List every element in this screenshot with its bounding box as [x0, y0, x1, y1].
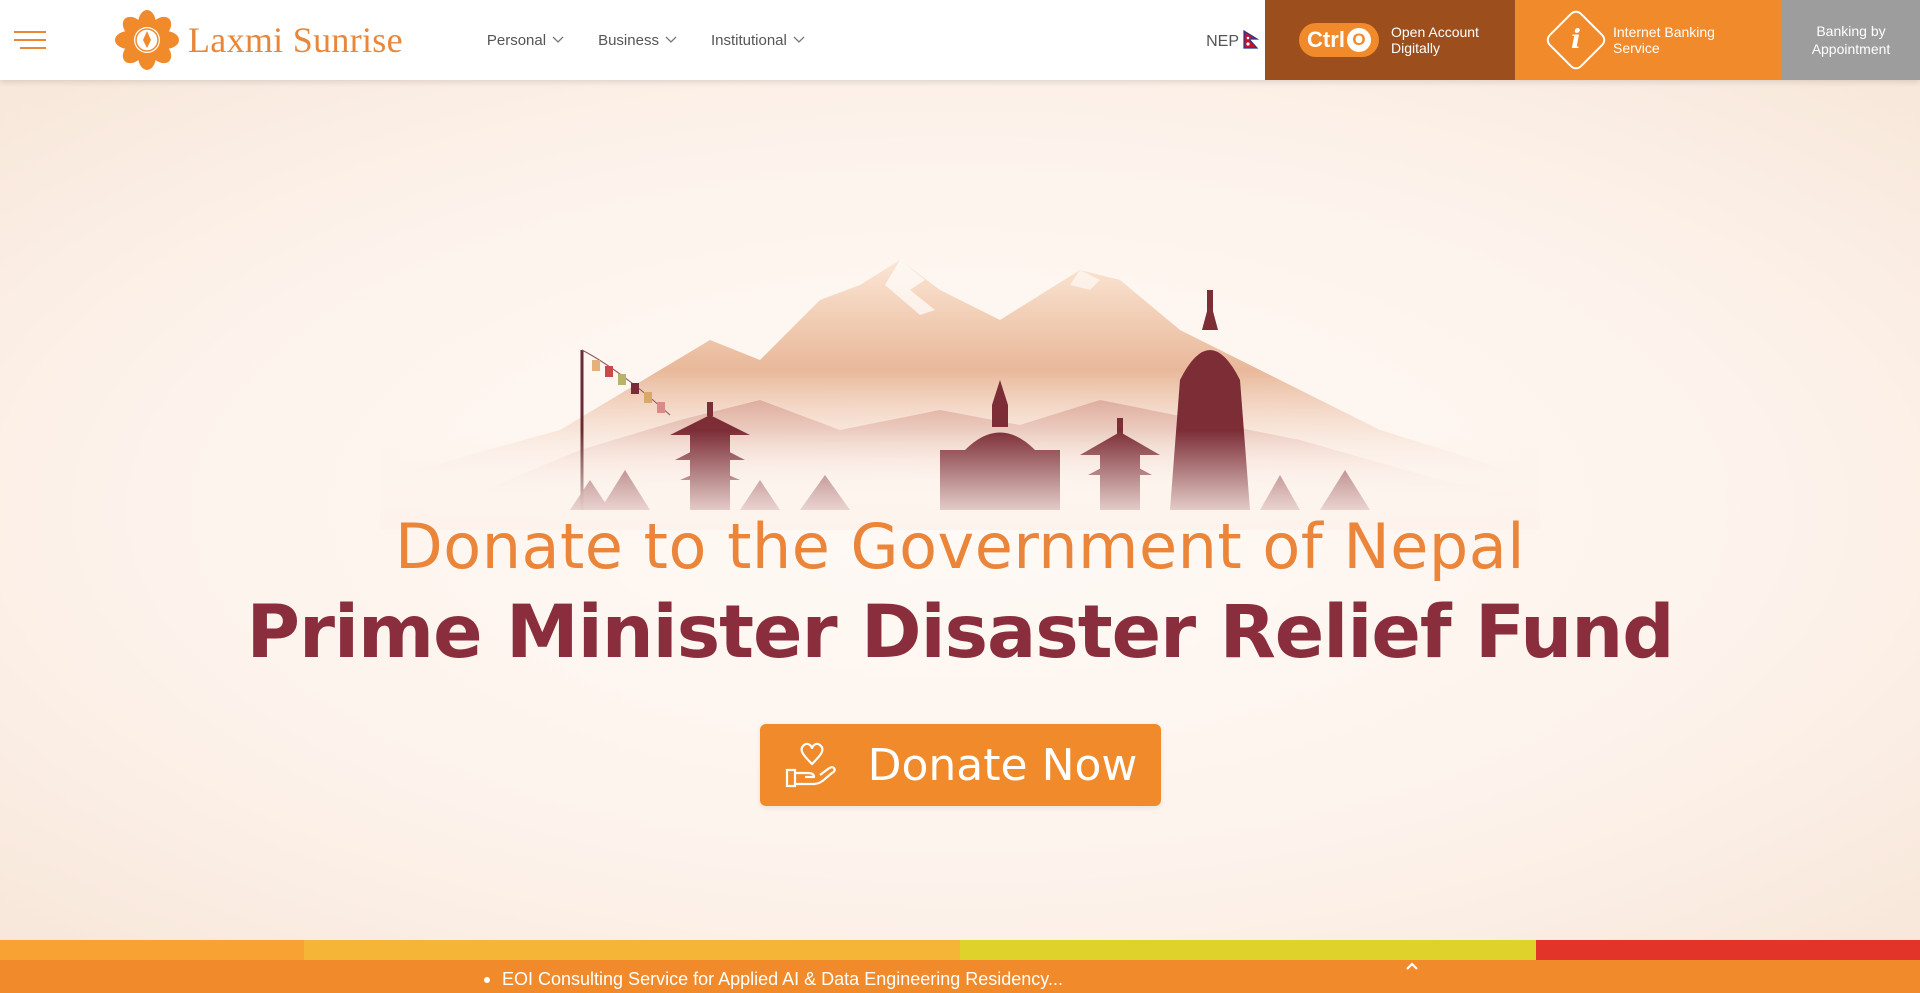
nav-institutional-label: Institutional — [710, 31, 787, 49]
open-account-text: Open Account Digitally — [1391, 24, 1491, 56]
hamburger-icon[interactable] — [0, 0, 60, 80]
internet-banking-text: Internet Banking Service — [1613, 24, 1733, 56]
chevron-up-icon[interactable] — [1402, 958, 1422, 974]
hero-headline: Donate to the Government of Nepal — [395, 510, 1525, 583]
himalaya-temple-illustration — [380, 260, 1540, 530]
language-label: NEP — [1206, 33, 1239, 50]
hero-subheadline: Prime Minister Disaster Relief Fund — [246, 590, 1675, 675]
nav-business-label: Business — [598, 31, 659, 49]
internet-banking-line1: Internet Banking — [1613, 24, 1715, 40]
brand-logo[interactable]: Laxmi Sunrise — [114, 0, 403, 80]
news-ticker: EOI Consulting Service for Applied AI & … — [0, 960, 1920, 993]
ctrl-o-badge: Ctrl O — [1299, 23, 1379, 57]
appointment-line2: Appointment — [1811, 41, 1891, 57]
chevron-down-icon — [665, 36, 677, 43]
main-nav: Personal Business Institutional — [487, 0, 805, 80]
ticker-item[interactable]: EOI Consulting Service for Applied AI & … — [484, 969, 1063, 990]
open-account-line1: Open Account — [1391, 24, 1479, 40]
lotus-logo-icon — [115, 10, 179, 70]
heart-hand-icon — [785, 742, 836, 788]
ctrl-o-letter: O — [1346, 28, 1371, 52]
ibank-badge-letter: i — [1571, 24, 1581, 55]
hero-banner: Donate to the Government of Nepal Prime … — [0, 80, 1920, 940]
banking-appointment-button[interactable]: Banking by Appointment — [1782, 0, 1920, 80]
site-header: Laxmi Sunrise Personal Business Institut… — [0, 0, 1920, 80]
bullet-icon — [484, 976, 490, 983]
ctrl-pill-text: Ctrl — [1307, 27, 1345, 52]
nav-personal-label: Personal — [486, 31, 547, 49]
chevron-down-icon — [793, 36, 805, 43]
nav-business[interactable]: Business — [598, 32, 677, 49]
ibank-icon: i — [1543, 7, 1609, 73]
open-account-button[interactable]: Ctrl O Open Account Digitally — [1265, 0, 1515, 80]
language-switch[interactable]: NEP — [1206, 0, 1265, 80]
donate-now-label: Donate Now — [867, 739, 1138, 791]
open-account-line2: Digitally — [1391, 40, 1441, 56]
nav-personal[interactable]: Personal — [487, 32, 564, 49]
internet-banking-line2: Service — [1613, 40, 1660, 56]
decorative-stripe — [0, 940, 1920, 960]
nav-institutional[interactable]: Institutional — [711, 32, 805, 49]
nepal-flag-icon — [1243, 30, 1259, 49]
chevron-down-icon — [552, 36, 564, 43]
ticker-item-text: EOI Consulting Service for Applied AI & … — [502, 969, 1063, 989]
donate-now-button[interactable]: Donate Now — [760, 724, 1161, 806]
internet-banking-button[interactable]: i Internet Banking Service — [1515, 0, 1782, 80]
appointment-line1: Banking by — [1816, 23, 1886, 39]
brand-name: Laxmi Sunrise — [188, 20, 403, 60]
